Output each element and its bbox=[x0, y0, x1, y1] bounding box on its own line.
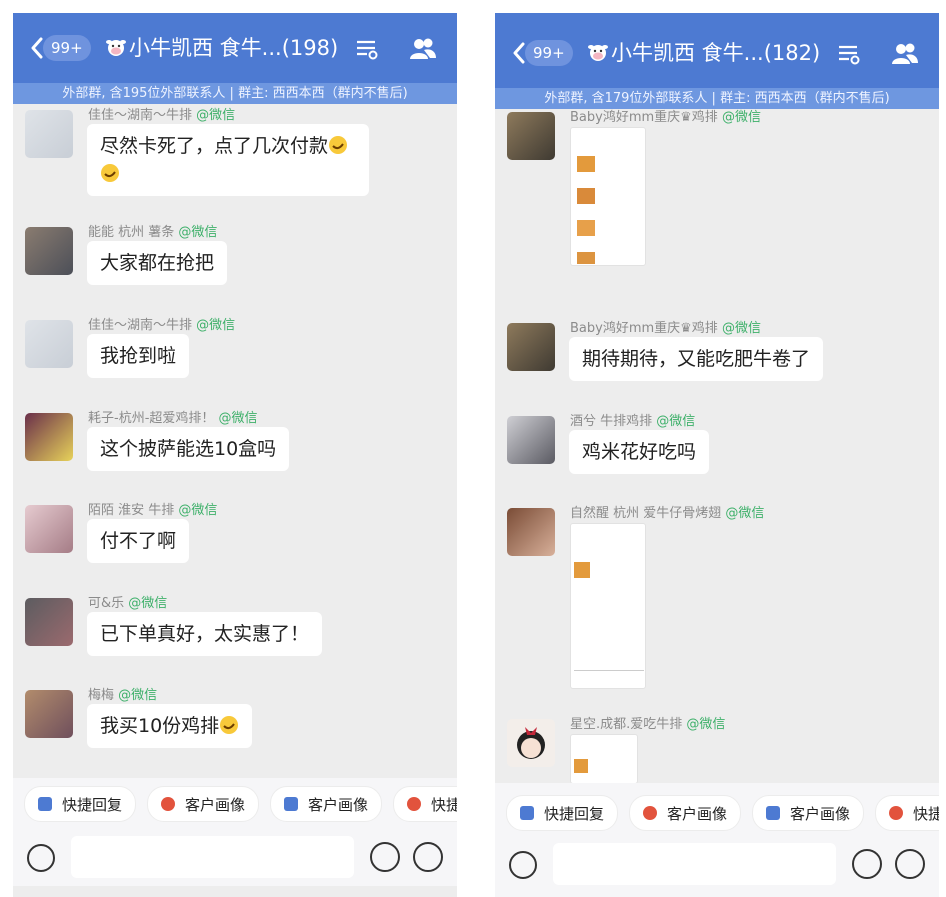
message-bubble[interactable]: 鸡米花好吃吗 bbox=[569, 430, 710, 474]
avatar[interactable] bbox=[25, 110, 73, 158]
menu-icon[interactable] bbox=[837, 42, 861, 66]
sender-name: 酒兮 牛排鸡排 @微信 bbox=[570, 414, 696, 429]
image-message[interactable] bbox=[570, 734, 638, 784]
avatar[interactable] bbox=[507, 508, 555, 556]
sender-name: 可&乐 @微信 bbox=[88, 596, 168, 611]
sender-name: 陌陌 淮安 牛排 @微信 bbox=[88, 503, 218, 518]
rofl-emoji-icon bbox=[220, 716, 239, 734]
chip-customer-profile[interactable]: 客户画像 bbox=[752, 795, 865, 831]
unread-badge[interactable]: 99+ bbox=[525, 40, 573, 66]
avatar[interactable] bbox=[25, 690, 73, 738]
group-members-icon[interactable] bbox=[408, 36, 438, 62]
sender-name: 自然醒 杭州 爱牛仔骨烤翅 @微信 bbox=[570, 506, 765, 521]
avatar[interactable] bbox=[507, 112, 555, 160]
chip-quick-reply[interactable]: 快捷回复 bbox=[393, 786, 457, 822]
chip-quick-reply[interactable]: 快捷回复 bbox=[506, 795, 619, 831]
cow-emoji-icon bbox=[106, 40, 126, 56]
chip-customer-profile[interactable]: 客户画像 bbox=[270, 786, 383, 822]
rofl-emoji-icon bbox=[329, 136, 348, 154]
emoji-icon[interactable] bbox=[370, 842, 400, 872]
message-bubble[interactable]: 大家都在抢把 bbox=[87, 241, 228, 285]
group-members-icon[interactable] bbox=[890, 41, 920, 67]
chat-title-text: 小牛凯西 食牛...(182) bbox=[611, 41, 821, 65]
input-row bbox=[495, 843, 939, 889]
message-bubble[interactable]: 尽然卡死了，点了几次付款 bbox=[87, 124, 369, 196]
rofl-emoji-icon bbox=[101, 164, 119, 182]
message-bubble[interactable]: 我抢到啦 bbox=[87, 334, 190, 378]
menu-icon[interactable] bbox=[355, 37, 379, 61]
chat-screen-right: 99+ 小牛凯西 食牛...(182) 外部群, 含179位外部联系人 | 群主… bbox=[495, 13, 939, 897]
unread-badge[interactable]: 99+ bbox=[43, 35, 91, 61]
sender-name: 耗子-杭州-超爱鸡排！ @微信 bbox=[88, 411, 258, 426]
message-input[interactable] bbox=[71, 836, 354, 878]
sender-name: 佳佳～湖南～牛排 @微信 bbox=[88, 108, 236, 123]
chevron-left-icon bbox=[31, 37, 43, 59]
check-icon bbox=[38, 797, 52, 811]
message-bubble[interactable]: 期待期待，又能吃肥牛卷了 bbox=[569, 337, 824, 381]
message-bubble[interactable]: 已下单真好，太实惠了！ bbox=[87, 612, 323, 656]
voice-icon[interactable] bbox=[509, 851, 537, 879]
chat-screen-left: 99+ 小牛凯西 食牛...(198) 外部群, 含195位外部联系人 | 群主… bbox=[13, 13, 457, 897]
sender-name: 星空.成都.爱吃牛排 @微信 bbox=[570, 717, 726, 732]
sender-name: 佳佳～湖南～牛排 @微信 bbox=[88, 318, 236, 333]
plus-icon[interactable] bbox=[895, 849, 925, 879]
bottom-toolbar: 快捷回复客户画像客户画像快捷回复 bbox=[13, 778, 457, 886]
chip-customer-profile[interactable]: 客户画像 bbox=[147, 786, 260, 822]
avatar[interactable] bbox=[507, 719, 555, 767]
avatar[interactable] bbox=[25, 413, 73, 461]
check-icon bbox=[766, 806, 781, 820]
message-bubble[interactable]: 这个披萨能选10盒吗 bbox=[87, 427, 290, 471]
check-icon bbox=[520, 806, 534, 820]
cow-emoji-icon bbox=[588, 45, 608, 61]
chat-title: 小牛凯西 食牛...(182) bbox=[587, 38, 820, 68]
chip-quick-reply[interactable]: 快捷回复 bbox=[875, 795, 939, 831]
quick-chips: 快捷回复客户画像客户画像快捷回复 bbox=[13, 786, 457, 822]
profile-icon bbox=[889, 806, 904, 820]
avatar[interactable] bbox=[25, 227, 73, 275]
avatar[interactable] bbox=[25, 505, 73, 553]
chat-title: 小牛凯西 食牛...(198) bbox=[105, 33, 338, 63]
bottom-toolbar: 快捷回复客户画像客户画像快捷回复 bbox=[495, 783, 939, 897]
sender-name: Baby鸿好mm重庆♛鸡排 @微信 bbox=[570, 321, 761, 336]
sender-name: Baby鸿好mm重庆♛鸡排 @微信 bbox=[570, 110, 761, 125]
message-bubble[interactable]: 我买10份鸡排 bbox=[87, 704, 253, 748]
avatar[interactable] bbox=[25, 598, 73, 646]
image-message[interactable] bbox=[570, 523, 646, 689]
profile-icon bbox=[407, 797, 422, 811]
check-icon bbox=[284, 797, 299, 811]
avatar[interactable] bbox=[25, 320, 73, 368]
chip-customer-profile[interactable]: 客户画像 bbox=[629, 795, 742, 831]
group-info-bar[interactable]: 外部群, 含195位外部联系人 | 群主: 西西本西（群内不售后) bbox=[13, 83, 457, 104]
message-input[interactable] bbox=[553, 843, 836, 885]
chip-quick-reply[interactable]: 快捷回复 bbox=[24, 786, 137, 822]
profile-icon bbox=[643, 806, 658, 820]
emoji-icon[interactable] bbox=[852, 849, 882, 879]
quick-chips: 快捷回复客户画像客户画像快捷回复 bbox=[495, 795, 939, 831]
input-row bbox=[13, 836, 457, 882]
voice-icon[interactable] bbox=[27, 844, 55, 872]
message-bubble[interactable]: 付不了啊 bbox=[87, 519, 190, 563]
sender-name: 能能 杭州 薯条 @微信 bbox=[88, 225, 218, 240]
profile-icon bbox=[161, 797, 176, 811]
chevron-left-icon bbox=[513, 42, 525, 64]
chat-header: 99+ 小牛凯西 食牛...(198) bbox=[13, 13, 457, 83]
avatar[interactable] bbox=[507, 416, 555, 464]
cartoon-avatar bbox=[517, 727, 545, 759]
image-message[interactable] bbox=[570, 127, 646, 266]
sender-name: 梅梅 @微信 bbox=[88, 688, 158, 703]
avatar[interactable] bbox=[507, 323, 555, 371]
chat-header: 99+ 小牛凯西 食牛...(182) bbox=[495, 13, 939, 88]
chat-title-text: 小牛凯西 食牛...(198) bbox=[129, 36, 339, 60]
plus-icon[interactable] bbox=[413, 842, 443, 872]
